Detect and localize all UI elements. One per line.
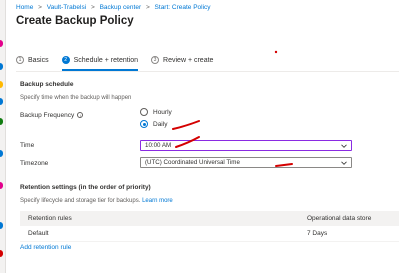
tab-label: Basics bbox=[28, 56, 49, 64]
add-retention-rule-link[interactable]: Add retention rule bbox=[20, 244, 71, 251]
time-label: Time bbox=[20, 142, 35, 149]
breadcrumb-create-policy[interactable]: Start: Create Policy bbox=[155, 4, 211, 11]
tabs-divider bbox=[16, 71, 399, 72]
annotation-dot bbox=[274, 50, 278, 54]
learn-more-link[interactable]: Learn more bbox=[142, 198, 173, 204]
breadcrumb-backup-center[interactable]: Backup center bbox=[100, 4, 142, 11]
rail-indicator bbox=[0, 118, 3, 125]
tab-schedule-retention[interactable]: 2 Schedule + retention bbox=[61, 53, 139, 71]
rail-indicator bbox=[0, 40, 3, 47]
page-title: Create Backup Policy bbox=[16, 15, 134, 27]
frequency-option-daily[interactable]: Daily bbox=[140, 120, 167, 128]
table-header-row: Retention rules Operational data store bbox=[20, 211, 399, 226]
table-row[interactable]: Default 7 Days bbox=[20, 226, 399, 242]
rail-indicator bbox=[0, 98, 3, 105]
backup-schedule-heading: Backup schedule bbox=[20, 81, 74, 88]
annotation-stroke bbox=[172, 120, 200, 130]
radio-icon[interactable] bbox=[140, 120, 148, 128]
column-header-operational-store: Operational data store bbox=[307, 215, 372, 222]
portal-left-rail bbox=[0, 0, 6, 273]
column-header-retention-rules: Retention rules bbox=[28, 215, 72, 222]
wizard-tabs: 1 Basics 2 Schedule + retention 3 Review… bbox=[16, 53, 226, 71]
rail-indicator bbox=[0, 222, 3, 229]
timezone-label: Timezone bbox=[20, 160, 49, 167]
breadcrumb: Home > Vault-Trabelsi > Backup center > … bbox=[16, 4, 211, 11]
rail-indicator bbox=[0, 81, 3, 88]
timezone-dropdown[interactable]: (UTC) Coordinated Universal Time bbox=[140, 157, 352, 168]
breadcrumb-separator: > bbox=[145, 4, 150, 11]
breadcrumb-separator: > bbox=[38, 4, 42, 11]
backup-frequency-label: Backup Frequency i bbox=[20, 112, 84, 119]
rail-indicator bbox=[0, 250, 3, 257]
tab-number: 3 bbox=[151, 56, 160, 64]
rail-indicator bbox=[0, 150, 3, 157]
retention-hint-text: Specify lifecycle and storage tier for b… bbox=[20, 198, 141, 204]
tab-label: Schedule + retention bbox=[73, 56, 139, 64]
tab-label: Review + create bbox=[163, 56, 214, 64]
timezone-value: (UTC) Coordinated Universal Time bbox=[145, 159, 240, 166]
radio-icon[interactable] bbox=[140, 108, 148, 116]
frequency-option-hourly[interactable]: Hourly bbox=[140, 108, 172, 116]
retention-rule-name: Default bbox=[28, 230, 49, 237]
retention-duration: 7 Days bbox=[307, 230, 328, 237]
rail-indicator bbox=[0, 182, 3, 189]
time-value: 10:00 AM bbox=[145, 142, 172, 149]
breadcrumb-separator: > bbox=[90, 4, 95, 11]
info-icon[interactable]: i bbox=[77, 112, 84, 119]
rail-indicator bbox=[0, 63, 3, 70]
backup-frequency-label-text: Backup Frequency bbox=[20, 112, 75, 119]
chevron-down-icon bbox=[341, 161, 347, 165]
retention-hint: Specify lifecycle and storage tier for b… bbox=[20, 198, 173, 204]
tab-number: 1 bbox=[16, 56, 24, 64]
retention-settings-heading: Retention settings (in the order of prio… bbox=[20, 184, 151, 191]
tab-basics[interactable]: 1 Basics bbox=[16, 53, 49, 67]
breadcrumb-home[interactable]: Home bbox=[16, 4, 33, 11]
frequency-option-label: Hourly bbox=[153, 108, 172, 116]
backup-schedule-hint: Specify time when the backup will happen bbox=[20, 95, 132, 101]
retention-rules-table: Retention rules Operational data store D… bbox=[20, 211, 399, 242]
breadcrumb-vault[interactable]: Vault-Trabelsi bbox=[47, 4, 86, 11]
chevron-down-icon bbox=[341, 144, 347, 148]
frequency-option-label: Daily bbox=[153, 120, 168, 128]
time-dropdown[interactable]: 10:00 AM bbox=[140, 140, 352, 151]
tab-number: 2 bbox=[61, 56, 70, 64]
tab-review-create[interactable]: 3 Review + create bbox=[151, 53, 213, 67]
